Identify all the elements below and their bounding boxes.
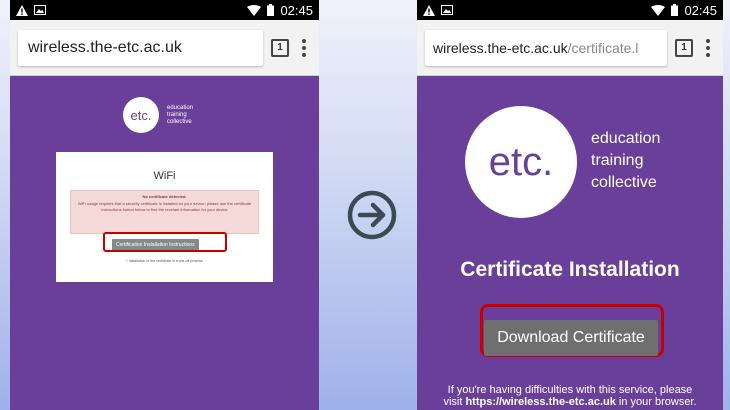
installation-note: * Installation of the certificate is a o… [126,259,203,263]
wifi-icon [247,4,262,16]
address-bar[interactable]: wireless.the-etc.ac.uk/certificate.l [425,29,667,66]
overflow-menu-icon[interactable] [297,38,311,57]
browser-toolbar: wireless.the-etc.ac.uk 1 [10,20,319,76]
help-line-2: visit https://wireless.the-etc.ac.uk in … [443,396,697,408]
wifi-card: WiFi No certificate detected. WiFi usage… [56,152,273,282]
logo-tagline: education training collective [167,104,194,125]
tab-switcher-button[interactable]: 1 [271,38,289,57]
etc-logo: etc. education training collective [123,97,193,133]
alert-message: No certificate detected. WiFi usage requ… [70,190,259,234]
highlight-box [103,232,227,252]
battery-icon [267,4,275,16]
url-host: wireless.the-etc.ac.uk [433,39,568,56]
tab-switcher-button[interactable]: 1 [675,38,693,57]
warning-icon [423,4,435,16]
url-text: wireless.the-etc.ac.uk [28,38,182,56]
alert-body: WiFi usage requires that a security cert… [77,201,252,212]
wifi-icon [651,4,666,16]
download-certificate-button[interactable]: Download Certificate [484,320,658,356]
alert-title: No certificate detected. [142,194,187,199]
address-bar[interactable]: wireless.the-etc.ac.uk [18,29,263,66]
help-text: If you're having difficulties with this … [417,384,723,408]
battery-icon [671,4,679,16]
left-phone-screenshot: 02:45 wireless.the-etc.ac.uk 1 etc. educ… [10,0,319,410]
status-bar: 02:45 [417,0,723,20]
image-icon [34,5,46,15]
right-phone-screenshot: 02:45 wireless.the-etc.ac.uk/certificate… [417,0,723,410]
clock: 02:45 [280,2,313,18]
browser-toolbar: wireless.the-etc.ac.uk/certificate.l 1 [417,20,723,76]
help-line-1: If you're having difficulties with this … [447,384,693,396]
overflow-menu-icon[interactable] [701,38,715,57]
logo-mark: etc. [465,106,577,218]
clock: 02:45 [684,2,717,18]
image-icon [441,5,453,15]
warning-icon [16,4,28,16]
page-title: Certificate Installation [460,258,680,281]
logo-tagline: education training collective [591,130,661,191]
circle-arrow-right-icon [347,190,397,240]
help-link[interactable]: https://wireless.the-etc.ac.uk [465,396,615,408]
logo-mark: etc. [123,97,159,133]
status-bar: 02:45 [10,0,319,20]
url-path: /certificate.l [567,39,639,56]
card-title: WiFi [153,170,176,182]
